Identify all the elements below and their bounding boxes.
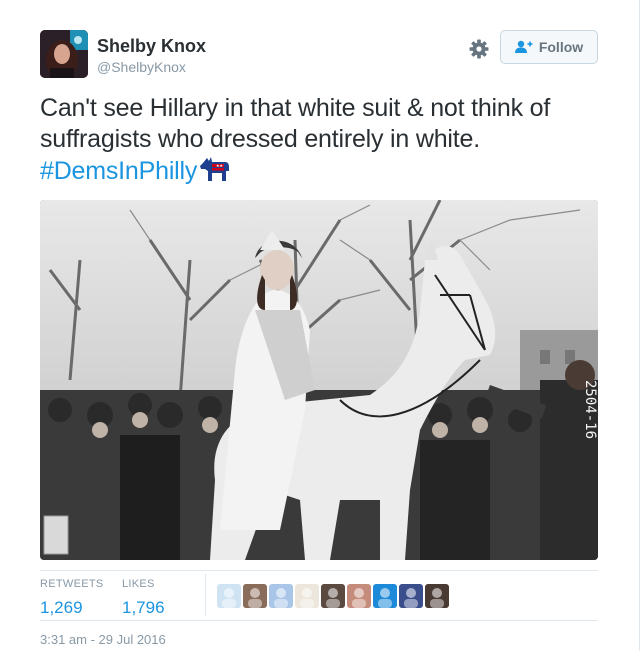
liker-avatars bbox=[217, 584, 449, 608]
retweets-label: RETWEETS bbox=[40, 578, 104, 590]
hashtag-link[interactable]: #DemsInPhilly bbox=[40, 157, 197, 185]
retweets-stat[interactable]: RETWEETS 1,269 bbox=[40, 578, 104, 618]
archive-stamp: 2504-16 bbox=[582, 380, 598, 439]
likes-count: 1,796 bbox=[122, 598, 165, 617]
divider bbox=[40, 570, 598, 571]
svg-text:★★: ★★ bbox=[216, 163, 223, 168]
liker-avatar[interactable] bbox=[321, 584, 345, 608]
liker-avatar[interactable] bbox=[425, 584, 449, 608]
liker-avatar[interactable] bbox=[217, 584, 241, 608]
avatar[interactable] bbox=[40, 30, 88, 78]
liker-avatar[interactable] bbox=[269, 584, 293, 608]
tweet-text: Can't see Hillary in that white suit & n… bbox=[40, 93, 600, 191]
democrat-donkey-icon: ★★ bbox=[199, 155, 231, 191]
user-name[interactable]: Shelby Knox bbox=[97, 36, 206, 57]
liker-avatar[interactable] bbox=[373, 584, 397, 608]
retweets-count: 1,269 bbox=[40, 598, 83, 617]
liker-avatar[interactable] bbox=[399, 584, 423, 608]
add-user-icon bbox=[514, 40, 533, 53]
divider bbox=[40, 620, 598, 621]
liker-avatar[interactable] bbox=[295, 584, 319, 608]
user-handle[interactable]: @ShelbyKnox bbox=[97, 59, 186, 75]
liker-avatar[interactable] bbox=[243, 584, 267, 608]
tweet-photo[interactable]: 2504-16 bbox=[40, 200, 598, 560]
timestamp[interactable]: 3:31 am - 29 Jul 2016 bbox=[40, 632, 166, 647]
tweet-card: Shelby Knox @ShelbyKnox Follow Can't see… bbox=[0, 0, 640, 651]
follow-button[interactable]: Follow bbox=[500, 30, 598, 64]
likes-label: LIKES bbox=[122, 578, 155, 590]
gear-icon[interactable] bbox=[468, 38, 490, 60]
liker-avatar[interactable] bbox=[347, 584, 371, 608]
stats-divider bbox=[205, 574, 206, 616]
avatar-image bbox=[40, 30, 88, 78]
suffragist-horse-photo: 2504-16 bbox=[40, 200, 598, 560]
tweet-text-line-2: suffragists who dressed entirely in whit… bbox=[40, 125, 480, 153]
follow-label: Follow bbox=[538, 39, 584, 55]
likes-stat[interactable]: LIKES 1,796 bbox=[122, 578, 165, 618]
tweet-text-line-1: Can't see Hillary in that white suit & n… bbox=[40, 94, 551, 122]
